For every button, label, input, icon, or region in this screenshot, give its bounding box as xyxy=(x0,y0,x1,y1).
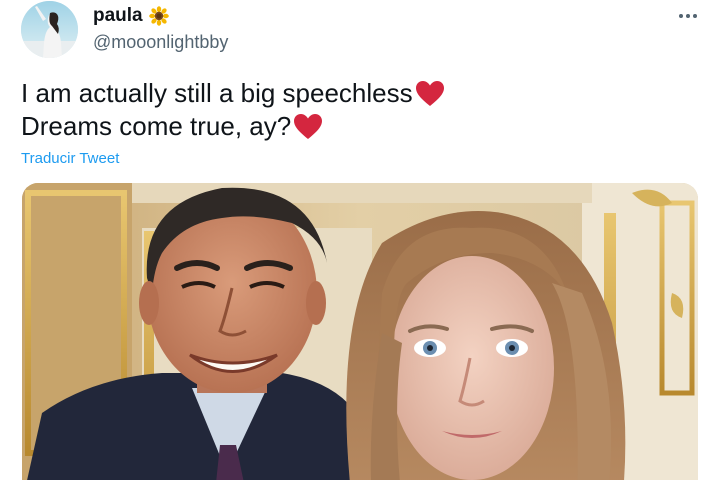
selfie-photo-image xyxy=(22,183,698,480)
tweet-line-1-text: I am actually still a big speechless xyxy=(21,78,413,108)
user-handle[interactable]: @mooonlightbby xyxy=(93,32,228,53)
avatar-image xyxy=(21,1,78,58)
display-name-text: paula xyxy=(93,5,143,26)
heart-icon xyxy=(415,80,445,108)
tweet-photo[interactable] xyxy=(22,183,698,480)
more-options-button[interactable] xyxy=(676,4,700,28)
sunflower-icon xyxy=(148,6,169,26)
translate-tweet-link[interactable]: Traducir Tweet xyxy=(21,150,119,167)
avatar[interactable] xyxy=(21,1,78,58)
tweet-card: paula @mooonlightbby I am actually still… xyxy=(0,0,720,480)
tweet-line-2: Dreams come true, ay? xyxy=(21,110,701,143)
more-icon xyxy=(679,14,697,18)
tweet-line-1: I am actually still a big speechless xyxy=(21,77,701,110)
tweet-text: I am actually still a big speechless Dre… xyxy=(21,77,701,143)
heart-icon xyxy=(293,113,323,141)
tweet-line-2-text: Dreams come true, ay? xyxy=(21,111,292,141)
display-name[interactable]: paula xyxy=(93,5,169,27)
